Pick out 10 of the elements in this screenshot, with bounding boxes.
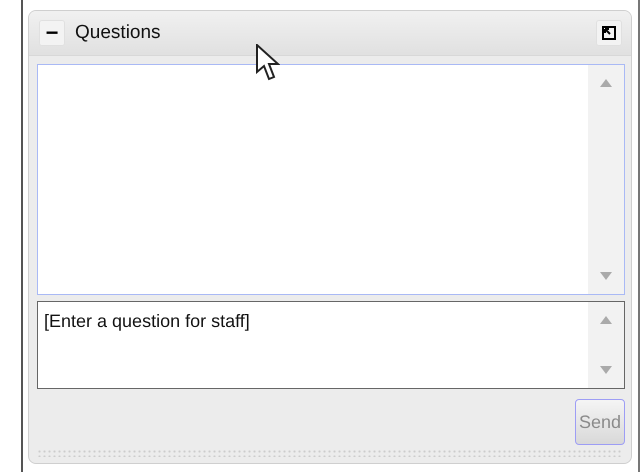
scrollbar[interactable] xyxy=(588,302,624,388)
scroll-up-icon[interactable] xyxy=(600,79,612,87)
collapse-button[interactable]: − xyxy=(39,20,65,46)
popout-icon xyxy=(602,26,616,40)
scroll-down-icon[interactable] xyxy=(600,272,612,280)
scroll-up-icon[interactable] xyxy=(600,316,612,324)
panel-title: Questions xyxy=(75,22,162,44)
scroll-down-icon[interactable] xyxy=(600,366,612,374)
popout-button[interactable] xyxy=(596,20,622,46)
scrollbar[interactable] xyxy=(588,65,624,294)
